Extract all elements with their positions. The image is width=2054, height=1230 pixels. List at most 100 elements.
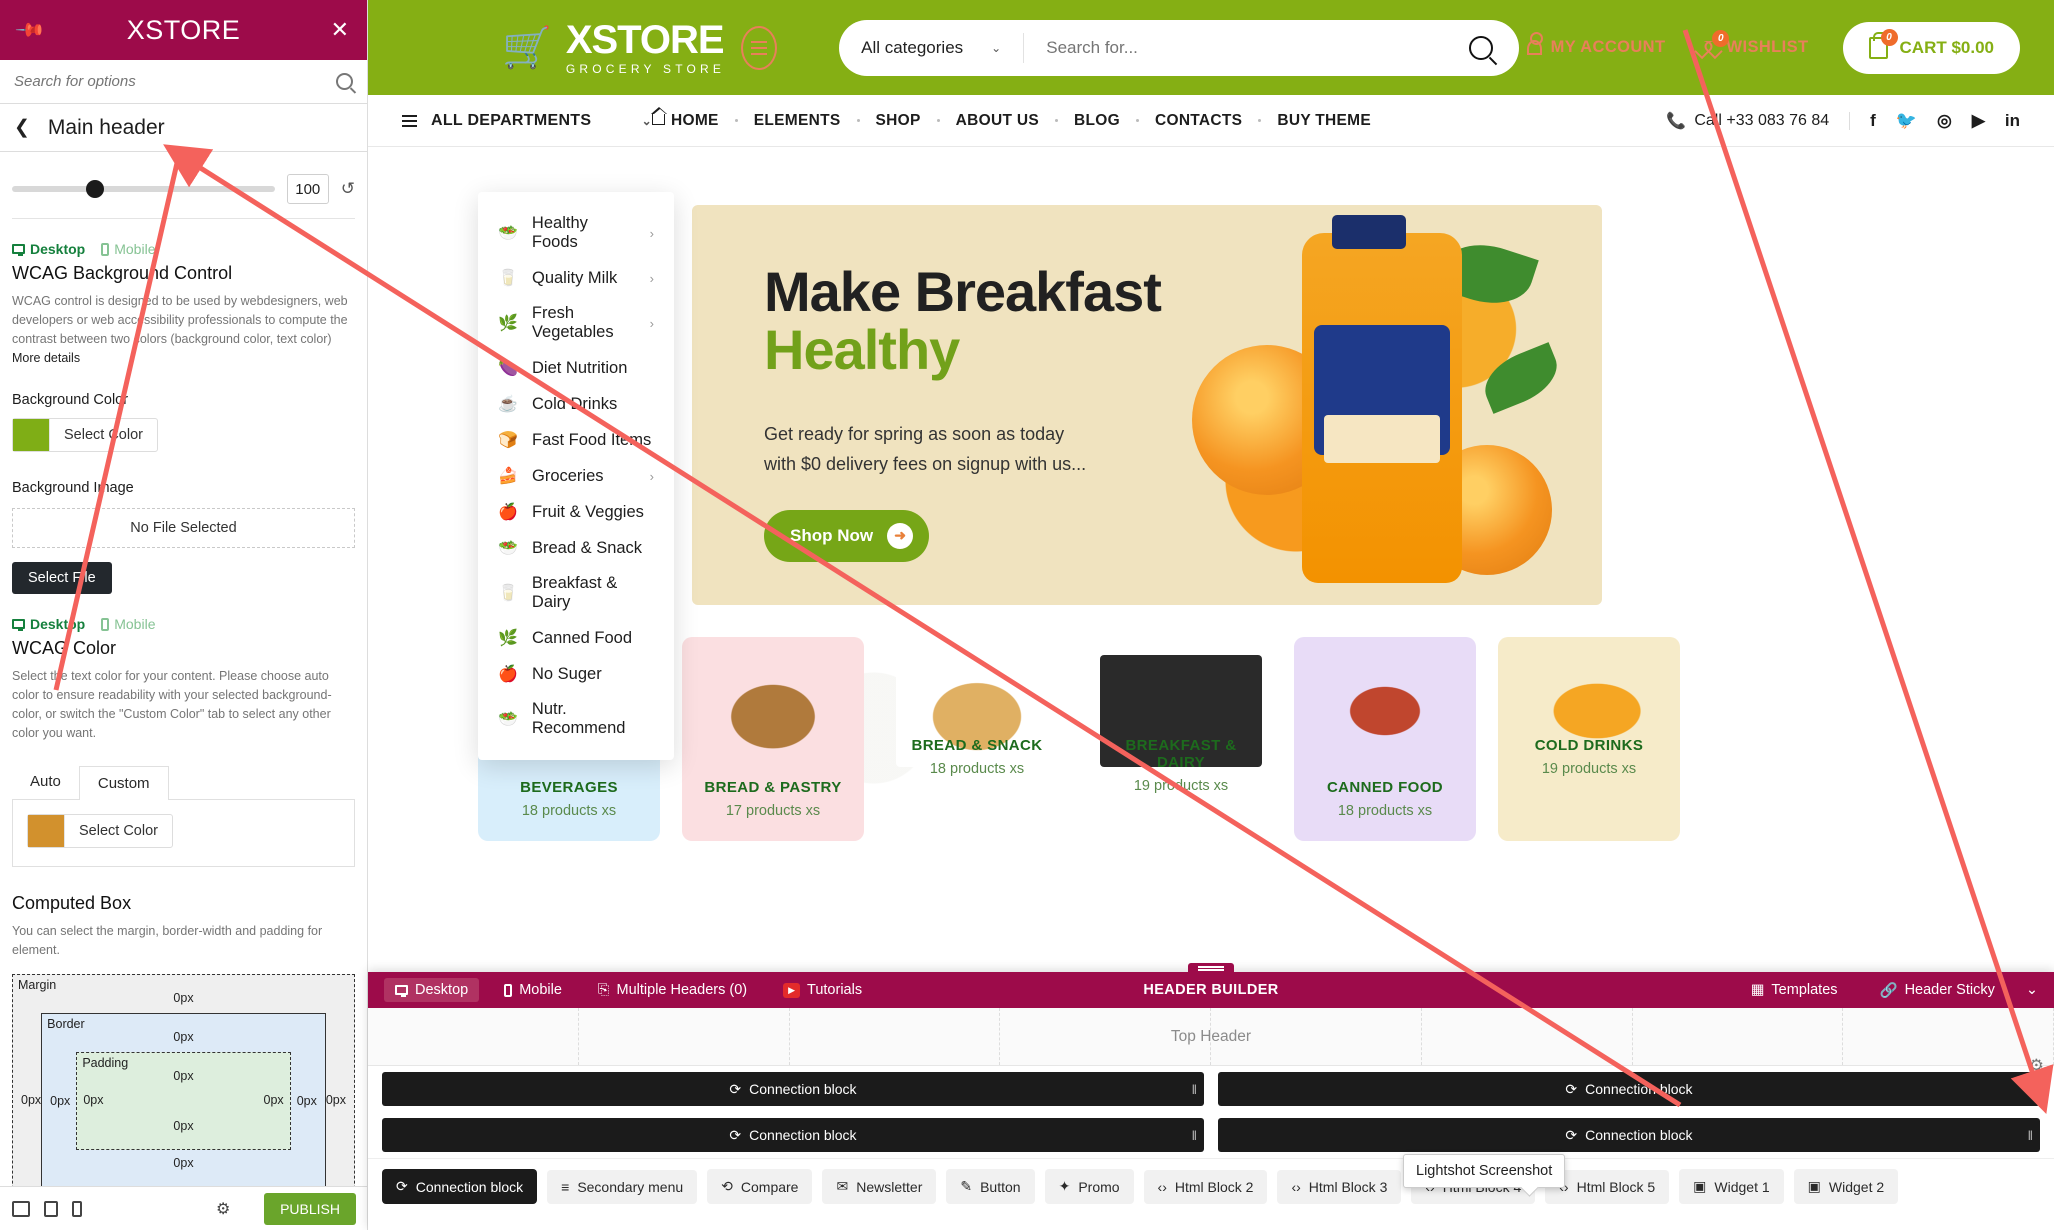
dropdown-item-7[interactable]: 🍎 Fruit & Veggies — [478, 494, 674, 530]
background-color-picker[interactable]: Select Color — [12, 418, 158, 452]
connection-block[interactable]: ⟳ Connection block ‖ — [1218, 1072, 2040, 1106]
nav-item-contacts[interactable]: CONTACTS — [1155, 112, 1242, 130]
search-input[interactable] — [14, 73, 336, 90]
device-mobile[interactable]: Mobile — [101, 241, 155, 257]
mobile-preview-icon[interactable] — [72, 1200, 82, 1217]
select-color-label-2[interactable]: Select Color — [64, 815, 172, 847]
palette-chip-widget-1[interactable]: ▣ Widget 1 — [1679, 1169, 1784, 1204]
drag-handle[interactable]: ‖ — [1192, 1128, 1197, 1143]
connection-block[interactable]: ⟳ Connection block ‖ — [1218, 1118, 2040, 1152]
category-card[interactable]: BREAD & PASTRY 17 products xs — [682, 637, 864, 841]
drag-handle[interactable]: ‖ — [2028, 1128, 2033, 1143]
category-card[interactable]: CANNED FOOD 18 products xs — [1294, 637, 1476, 841]
nav-item-buy-theme[interactable]: BUY THEME — [1277, 112, 1371, 130]
device-desktop[interactable]: Desktop — [12, 241, 85, 257]
dropdown-item-2[interactable]: 🌿 Fresh Vegetables › — [478, 296, 674, 350]
desktop-preview-icon[interactable] — [12, 1200, 30, 1217]
dropdown-item-1[interactable]: 🥛 Quality Milk › — [478, 260, 674, 296]
border-right-value[interactable]: 0px — [297, 1094, 317, 1108]
header-sticky-button[interactable]: 🔗 Header Sticky — [1869, 978, 2006, 1003]
connection-block[interactable]: ⟳ Connection block ‖ — [382, 1072, 1204, 1106]
tab-custom[interactable]: Custom — [78, 766, 169, 800]
facebook-icon[interactable]: f — [1870, 111, 1876, 131]
palette-chip-html-block-2[interactable]: ‹› Html Block 2 — [1143, 1169, 1268, 1204]
margin-top-value[interactable]: 0px — [21, 991, 346, 1005]
twitter-icon[interactable]: 🐦 — [1896, 111, 1917, 131]
margin-right-value[interactable]: 0px — [326, 1093, 346, 1107]
slider-control[interactable]: 100 ↺ — [12, 152, 355, 219]
close-icon[interactable]: ✕ — [331, 17, 349, 43]
drag-handle[interactable]: ‖ — [1192, 1082, 1197, 1097]
palette-chip-button[interactable]: ✎ Button — [946, 1169, 1035, 1204]
options-search-row[interactable] — [0, 60, 367, 104]
shop-now-button[interactable]: Shop Now ➜ — [764, 509, 930, 562]
dropdown-item-12[interactable]: 🥗 Nutr. Recommend — [478, 692, 674, 746]
color-swatch-2[interactable] — [28, 815, 64, 847]
dropdown-item-4[interactable]: ☕ Cold Drinks — [478, 386, 674, 422]
nav-item-about[interactable]: ABOUT US — [956, 112, 1039, 130]
slider-knob[interactable] — [85, 180, 104, 198]
multiple-headers-button[interactable]: ⎘ Multiple Headers (0) — [587, 978, 758, 1002]
dropdown-item-9[interactable]: 🥛 Breakfast & Dairy — [478, 566, 674, 620]
palette-chip-html-block-3[interactable]: ‹› Html Block 3 — [1277, 1169, 1402, 1204]
builder-mobile-tab[interactable]: Mobile — [493, 978, 573, 1002]
dropdown-item-11[interactable]: 🍎 No Suger — [478, 656, 674, 692]
palette-chip-connection-block[interactable]: ⟳ Connection block — [382, 1169, 538, 1204]
instagram-icon[interactable]: ◎ — [1937, 111, 1952, 131]
phone-link[interactable]: 📞 Call +33 083 76 84 — [1666, 111, 1829, 131]
margin-left-value[interactable]: 0px — [21, 1093, 41, 1107]
nav-item-elements[interactable]: ELEMENTS — [754, 112, 841, 130]
dropdown-item-6[interactable]: 🍰 Groceries › — [478, 458, 674, 494]
palette-chip-secondary-menu[interactable]: ≡ Secondary menu — [547, 1169, 698, 1204]
select-color-label[interactable]: Select Color — [49, 419, 157, 451]
category-card[interactable]: COLD DRINKS 19 products xs — [1498, 637, 1680, 841]
device-desktop-2[interactable]: Desktop — [12, 616, 85, 632]
nav-item-blog[interactable]: BLOG — [1074, 112, 1120, 130]
padding-box[interactable]: Padding 0px 0px 0px 0px — [76, 1052, 291, 1150]
device-mobile-2[interactable]: Mobile — [101, 616, 155, 632]
padding-top-value[interactable]: 0px — [83, 1069, 283, 1083]
all-departments-button[interactable]: ALL DEPARTMENTS ⌄ — [402, 112, 652, 130]
border-bottom-value[interactable]: 0px — [50, 1156, 317, 1170]
text-color-picker[interactable]: Select Color — [27, 814, 173, 848]
nav-item-shop[interactable]: SHOP — [876, 112, 921, 130]
youtube-icon[interactable]: ▶ — [1972, 111, 1985, 131]
palette-chip-widget-2[interactable]: ▣ Widget 2 — [1793, 1169, 1899, 1204]
dropdown-item-0[interactable]: 🥗 Healthy Foods › — [478, 206, 674, 260]
resize-grip[interactable] — [1188, 963, 1234, 973]
color-swatch[interactable] — [13, 419, 49, 451]
top-header-row[interactable]: Top Header — [368, 1008, 2054, 1066]
dropdown-item-3[interactable]: 🍆 Diet Nutrition — [478, 350, 674, 386]
tab-auto[interactable]: Auto — [12, 765, 79, 799]
site-search[interactable]: All categories ⌄ — [839, 19, 1520, 76]
my-account-link[interactable]: MY ACCOUNT — [1526, 32, 1666, 57]
drag-handle[interactable]: ‖ — [2028, 1082, 2033, 1097]
palette-chip-promo[interactable]: ✦ Promo — [1044, 1169, 1134, 1204]
wishlist-link[interactable]: 0 WISHLIST — [1699, 29, 1808, 57]
tablet-preview-icon[interactable] — [44, 1200, 58, 1217]
palette-chip-compare[interactable]: ⟲ Compare — [707, 1169, 813, 1204]
category-card[interactable]: BREAKFAST & DAIRY 19 products xs — [1090, 637, 1272, 841]
publish-button[interactable]: PUBLISH — [264, 1192, 356, 1225]
border-box[interactable]: Border 0px 0px Padding 0px 0px 0px 0px 0… — [41, 1013, 326, 1187]
dropdown-item-8[interactable]: 🥗 Bread & Snack — [478, 530, 674, 566]
collapse-chevron-icon[interactable]: ⌄ — [2026, 982, 2038, 998]
cart-button[interactable]: 0 CART $0.00 — [1842, 21, 2020, 74]
padding-right-value[interactable]: 0px — [264, 1093, 284, 1107]
templates-button[interactable]: ▦ Templates — [1740, 978, 1849, 1002]
builder-desktop-tab[interactable]: Desktop — [384, 978, 480, 1002]
range-slider[interactable] — [12, 180, 275, 198]
search-input-site[interactable] — [1024, 37, 1470, 58]
tutorials-button[interactable]: ▶ Tutorials — [772, 978, 873, 1002]
category-select[interactable]: All categories ⌄ — [839, 32, 1025, 63]
category-card[interactable]: BREAD & SNACK 18 products xs — [886, 637, 1068, 841]
file-dropzone[interactable]: No File Selected — [12, 508, 355, 548]
reset-icon[interactable]: ↺ — [341, 179, 355, 199]
site-logo[interactable]: 🛒 XSTORE GROCERY STORE — [502, 20, 725, 75]
more-details-link[interactable]: More details — [12, 351, 80, 365]
border-top-value[interactable]: 0px — [50, 1030, 317, 1044]
menu-toggle-icon[interactable] — [741, 25, 778, 70]
slider-value[interactable]: 100 — [286, 174, 329, 204]
linkedin-icon[interactable]: in — [2005, 111, 2020, 131]
gear-icon[interactable]: ⚙ — [216, 1199, 230, 1219]
